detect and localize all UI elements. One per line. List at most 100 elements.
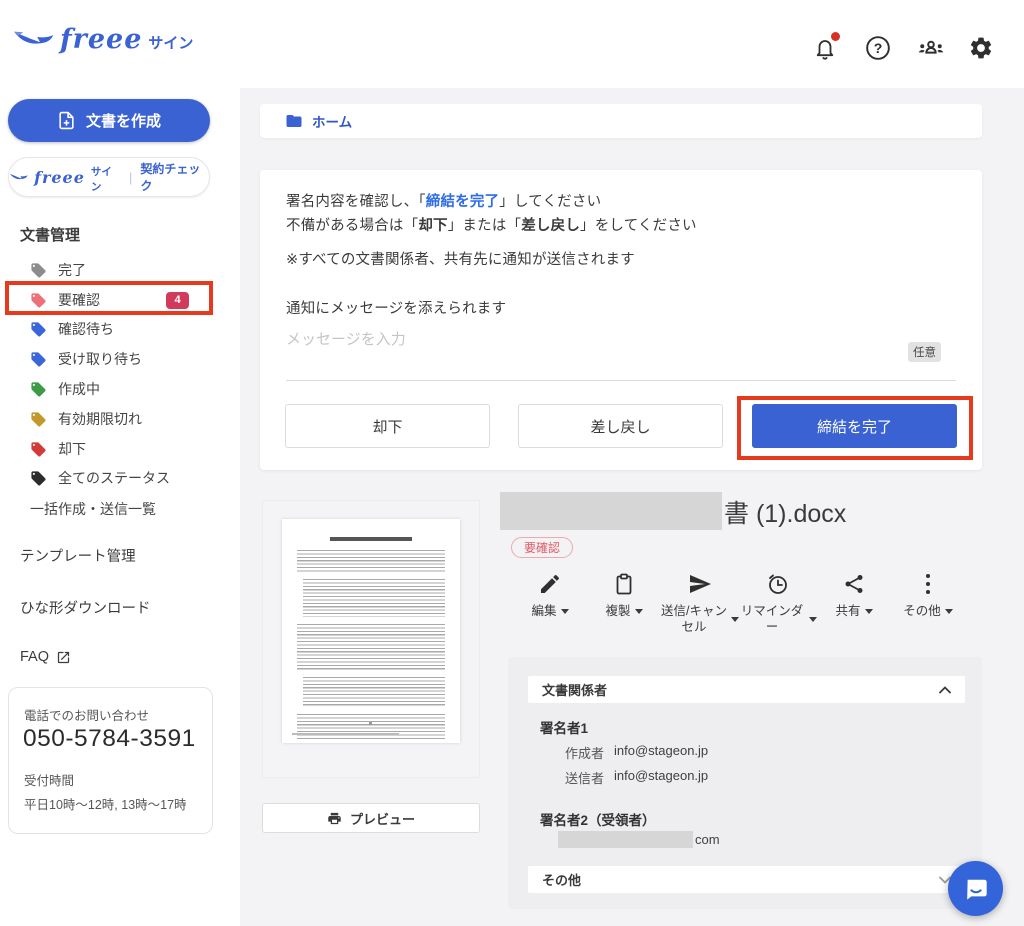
contact-hours: 平日10時〜12時, 13時〜17時 — [24, 794, 187, 813]
svg-text:?: ? — [874, 40, 883, 56]
sidebar-item-label: 作成中 — [58, 379, 100, 399]
chevron-down-icon — [809, 617, 817, 622]
sidebar-item-label: 却下 — [58, 439, 86, 459]
sidebar-link-label: テンプレート管理 — [20, 545, 136, 566]
sidebar-item-all-statuses[interactable]: 全てのステータス — [30, 465, 205, 491]
optional-badge: 任意 — [908, 342, 941, 362]
chevron-up-icon — [939, 686, 951, 694]
document-management-heading: 文書管理 — [20, 224, 80, 245]
notice-line-1: 署名内容を確認し、「締結を完了」してください — [286, 190, 601, 211]
tag-icon — [30, 321, 47, 338]
create-document-button[interactable]: 文書を作成 — [8, 99, 210, 142]
pill-brand-suffix: サイン — [91, 164, 121, 194]
sidebar-item-label: 確認待ち — [58, 319, 114, 339]
pill-brand: freee — [34, 168, 85, 187]
sidebar-link-template-download[interactable]: ひな形ダウンロード — [20, 597, 151, 618]
document-preview-card — [262, 500, 480, 778]
sidebar-item-awaiting-receipt[interactable]: 受け取り待ち — [30, 346, 205, 372]
notice-text: 不備がある場合は「 — [286, 218, 418, 234]
chevron-down-icon — [731, 617, 739, 622]
contract-check-button[interactable]: freee サイン | 契約チェック — [8, 157, 210, 197]
status-badge-needs-review: 要確認 — [511, 537, 573, 558]
tag-icon — [30, 470, 47, 487]
pencil-icon — [538, 572, 562, 596]
create-document-label: 文書を作成 — [86, 110, 161, 131]
action-label: 共有 — [835, 603, 860, 619]
notification-dot — [831, 32, 840, 41]
reminder-action[interactable]: リマインダー — [739, 572, 817, 636]
sidebar-item-bulk-list[interactable]: 一括作成・送信一覧 — [30, 496, 205, 522]
notice-line-2: 不備がある場合は「却下」または「差し戻し」をしてください — [286, 214, 697, 235]
sidebar-item-needs-review[interactable]: 要確認 4 — [30, 287, 205, 313]
sidebar-item-label: 完了 — [58, 260, 86, 280]
reject-button[interactable]: 却下 — [285, 404, 490, 448]
share-action[interactable]: 共有 — [817, 572, 891, 636]
message-label: 通知にメッセージを添えられます — [286, 297, 506, 318]
freee-sign-logo[interactable]: freee サイン — [12, 24, 193, 55]
notice-text: 署名内容を確認し、「 — [286, 194, 426, 210]
help-button[interactable]: ? — [863, 33, 893, 63]
pill-divider: | — [129, 170, 132, 185]
chat-widget-button[interactable] — [948, 861, 1003, 916]
sidebar-link-faq[interactable]: FAQ — [20, 649, 71, 665]
participants-section: 文書関係者 署名者1 作成者 info@stageon.jp 送信者 info@… — [508, 657, 982, 909]
participants-header-bar[interactable]: 文書関係者 — [528, 676, 965, 703]
share-icon — [842, 572, 866, 596]
help-icon: ? — [865, 35, 891, 61]
sidebar-link-template-management[interactable]: テンプレート管理 — [20, 545, 136, 566]
settings-button[interactable] — [966, 33, 996, 63]
other-section-bar[interactable]: その他 — [528, 866, 965, 893]
sidebar-item-completed[interactable]: 完了 — [30, 257, 205, 283]
sender-row: 送信者 info@stageon.jp — [565, 768, 708, 787]
document-thumbnail[interactable] — [282, 519, 460, 743]
tag-icon — [30, 351, 47, 368]
swoosh-icon — [9, 170, 28, 185]
sender-label: 送信者 — [565, 768, 604, 787]
redacted-document-title — [500, 492, 722, 530]
creator-label: 作成者 — [565, 743, 604, 762]
clipboard-icon — [612, 572, 636, 596]
send-cancel-action[interactable]: 送信/キャンセル — [661, 572, 739, 636]
swoosh-icon — [12, 25, 54, 55]
freee-sign-app: freee サイン ? 文書を作成 — [0, 0, 1024, 926]
printer-icon — [327, 811, 342, 826]
signer2-email-suffix: com — [695, 832, 720, 847]
pill-label: 契約チェック — [140, 160, 209, 194]
action-label: 編集 — [531, 603, 556, 619]
notifications-button[interactable] — [810, 33, 840, 63]
action-label: 送信/キャンセル — [661, 603, 727, 636]
breadcrumb-home-link[interactable]: ホーム — [312, 111, 352, 131]
notice-text: 」してください — [499, 194, 601, 210]
chevron-down-icon — [945, 609, 953, 614]
send-icon — [688, 572, 712, 596]
chevron-down-icon — [635, 609, 643, 614]
external-link-icon — [56, 650, 71, 665]
action-label: リマインダー — [739, 603, 805, 636]
sidebar-item-awaiting-confirmation[interactable]: 確認待ち — [30, 316, 205, 342]
sender-email: info@stageon.jp — [614, 768, 708, 787]
gear-icon — [968, 35, 994, 61]
sidebar-item-in-progress[interactable]: 作成中 — [30, 376, 205, 402]
logo-text: freee — [60, 24, 142, 55]
duplicate-action[interactable]: 複製 — [587, 572, 661, 636]
action-label: 複製 — [605, 603, 630, 619]
chat-bubble-icon — [963, 876, 989, 902]
logo-suffix: サイン — [148, 32, 193, 53]
preview-button[interactable]: プレビュー — [262, 803, 480, 833]
signer1-label: 署名者1 — [540, 717, 588, 737]
members-button[interactable] — [916, 33, 946, 63]
complete-signing-button[interactable]: 締結を完了 — [752, 404, 957, 448]
message-input[interactable] — [286, 328, 956, 378]
tag-icon — [30, 292, 47, 309]
sidebar-item-rejected[interactable]: 却下 — [30, 436, 205, 462]
sidebar-item-expired[interactable]: 有効期限切れ — [30, 406, 205, 432]
notice-bold-reject: 却下 — [418, 218, 447, 234]
more-action[interactable]: その他 — [891, 572, 965, 636]
breadcrumb: ホーム — [260, 104, 982, 138]
contact-hours-label: 受付時間 — [24, 770, 74, 789]
return-button[interactable]: 差し戻し — [518, 404, 723, 448]
alarm-icon — [766, 572, 790, 596]
complete-inline-link[interactable]: 締結を完了 — [426, 194, 500, 210]
edit-action[interactable]: 編集 — [513, 572, 587, 636]
sidebar-item-label: 要確認 — [58, 290, 100, 310]
